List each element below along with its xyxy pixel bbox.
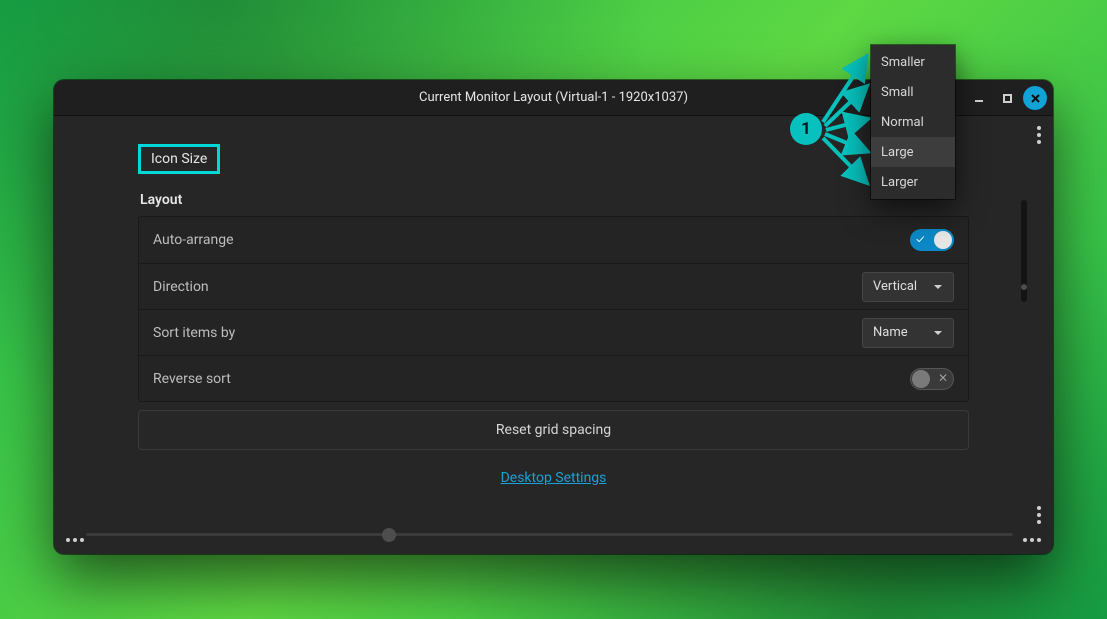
reset-grid-spacing-button[interactable]: Reset grid spacing: [138, 410, 969, 450]
icon-size-menu: Smaller Small Normal Large Larger: [871, 45, 955, 199]
horizontal-scrollbar[interactable]: [86, 533, 1013, 536]
auto-arrange-toggle[interactable]: ✓: [910, 229, 954, 251]
maximize-button[interactable]: [995, 86, 1019, 110]
menu-item-smaller[interactable]: Smaller: [871, 47, 955, 77]
menu-item-small[interactable]: Small: [871, 77, 955, 107]
layout-rows: Auto-arrange ✓ Direction Vertical Sort i…: [138, 216, 969, 402]
row-sort-by: Sort items by Name: [139, 309, 968, 355]
row-auto-arrange: Auto-arrange ✓: [139, 217, 968, 263]
sort-by-label: Sort items by: [153, 325, 235, 341]
check-icon: ✓: [916, 232, 924, 246]
menu-item-large[interactable]: Large: [871, 137, 955, 167]
sort-by-value: Name: [873, 325, 908, 340]
kebab-icon[interactable]: [1037, 126, 1041, 144]
auto-arrange-label: Auto-arrange: [153, 232, 234, 248]
kebab-icon[interactable]: [1037, 506, 1041, 524]
desktop-settings-link[interactable]: Desktop Settings: [501, 470, 607, 486]
window-controls: [967, 80, 1047, 116]
vertical-scrollbar[interactable]: [1021, 200, 1027, 302]
reverse-sort-label: Reverse sort: [153, 371, 231, 387]
direction-dropdown[interactable]: Vertical: [862, 272, 954, 302]
reverse-sort-toggle[interactable]: ✕: [910, 368, 954, 390]
layout-section-title: Layout: [140, 192, 969, 208]
resize-handle-icon[interactable]: [1023, 538, 1041, 542]
chevron-down-icon: [933, 328, 943, 338]
sort-by-dropdown[interactable]: Name: [862, 318, 954, 348]
menu-item-larger[interactable]: Larger: [871, 167, 955, 197]
menu-item-normal[interactable]: Normal: [871, 107, 955, 137]
direction-value: Vertical: [873, 279, 917, 294]
row-reverse-sort: Reverse sort ✕: [139, 355, 968, 401]
x-icon: ✕: [938, 371, 948, 385]
row-direction: Direction Vertical: [139, 263, 968, 309]
chevron-down-icon: [933, 282, 943, 292]
minimize-button[interactable]: [967, 86, 991, 110]
window-title: Current Monitor Layout (Virtual-1 - 1920…: [419, 90, 688, 105]
resize-handle-icon[interactable]: [66, 538, 84, 542]
close-button[interactable]: [1023, 86, 1047, 110]
icon-size-highlight: Icon Size: [138, 144, 220, 174]
direction-label: Direction: [153, 279, 209, 295]
